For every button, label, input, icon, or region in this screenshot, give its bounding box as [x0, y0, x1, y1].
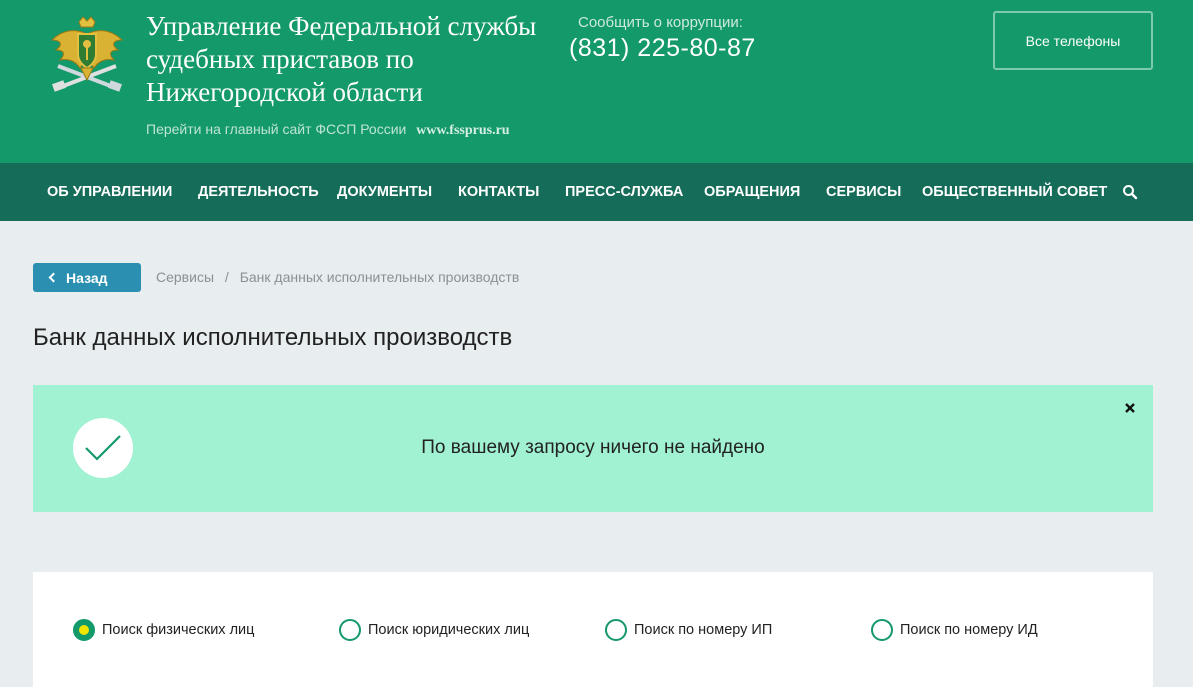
nav-item-activity[interactable]: ДЕЯТЕЛЬНОСТЬ: [198, 163, 319, 221]
search-panel: Поиск физических лиц Поиск юридических л…: [33, 572, 1153, 687]
main-site-url[interactable]: www.fssprus.ru: [416, 123, 509, 138]
nav-item-contacts[interactable]: КОНТАКТЫ: [458, 163, 539, 221]
radio-button[interactable]: [339, 619, 361, 641]
radio-label: Поиск физических лиц: [102, 622, 255, 638]
fssp-emblem-icon[interactable]: [50, 14, 124, 94]
radio-dot: [79, 625, 89, 635]
breadcrumb-current: Банк данных исполнительных производств: [239, 269, 520, 285]
breadcrumb-separator: /: [224, 269, 229, 285]
nav-item-services[interactable]: СЕРВИСЫ: [826, 163, 901, 221]
nav-item-appeals[interactable]: ОБРАЩЕНИЯ: [704, 163, 800, 221]
radio-button-checked[interactable]: [73, 619, 95, 641]
nav-item-press[interactable]: ПРЕСС-СЛУЖБА: [565, 163, 683, 221]
radio-search-ip-number[interactable]: Поиск по номеру ИП: [605, 618, 772, 642]
back-button[interactable]: Назад: [33, 263, 141, 292]
page-title: Банк данных исполнительных производств: [33, 324, 513, 351]
main-site-text: Перейти на главный сайт ФССП России: [146, 121, 407, 137]
site-header: Управление Федеральной службы судебных п…: [0, 0, 1193, 163]
radio-search-id-number[interactable]: Поиск по номеру ИД: [871, 618, 1038, 642]
radio-label: Поиск юридических лиц: [368, 622, 530, 638]
main-nav: ОБ УПРАВЛЕНИИ ДЕЯТЕЛЬНОСТЬ ДОКУМЕНТЫ КОН…: [0, 163, 1193, 221]
corruption-label: Сообщить о коррупции:: [578, 14, 743, 31]
radio-search-legal-entities[interactable]: Поиск юридических лиц: [339, 618, 529, 642]
radio-search-individuals[interactable]: Поиск физических лиц: [73, 618, 254, 642]
radio-button[interactable]: [605, 619, 627, 641]
main-site-link[interactable]: Перейти на главный сайт ФССП России www.…: [146, 121, 510, 139]
nav-item-documents[interactable]: ДОКУМЕНТЫ: [337, 163, 432, 221]
breadcrumb: Сервисы / Банк данных исполнительных про…: [156, 269, 519, 285]
alert-message: По вашему запросу ничего не найдено: [421, 437, 765, 458]
breadcrumb-services[interactable]: Сервисы: [156, 269, 214, 285]
corruption-phone[interactable]: (831) 225-80-87: [569, 34, 756, 63]
all-phones-button[interactable]: Все телефоны: [993, 11, 1153, 70]
radio-label: Поиск по номеру ИП: [634, 622, 773, 638]
chevron-left-icon: [48, 272, 59, 283]
search-icon[interactable]: [1122, 184, 1138, 200]
radio-label: Поиск по номеру ИД: [900, 622, 1038, 638]
nav-item-about[interactable]: ОБ УПРАВЛЕНИИ: [47, 163, 172, 221]
radio-button[interactable]: [871, 619, 893, 641]
close-icon[interactable]: [1123, 401, 1137, 415]
org-name[interactable]: Управление Федеральной службы судебных п…: [146, 10, 546, 109]
nav-item-public-council[interactable]: ОБЩЕСТВЕННЫЙ СОВЕТ: [922, 163, 1107, 221]
back-button-label: Назад: [66, 269, 108, 286]
no-results-alert: По вашему запросу ничего не найдено: [33, 385, 1153, 512]
